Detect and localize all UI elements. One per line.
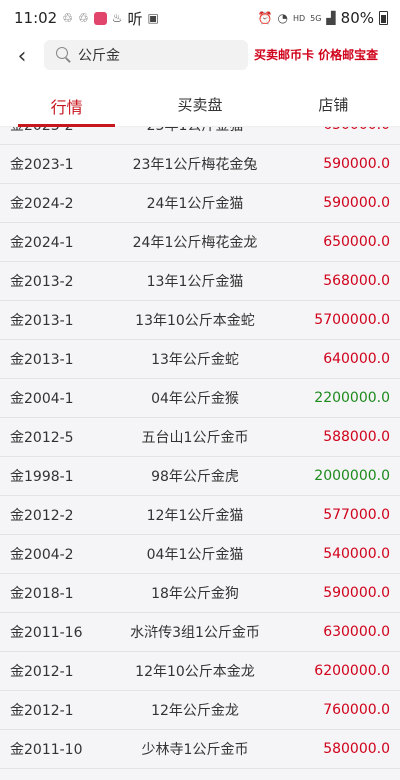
table-row[interactable]: 金2012-1 12年公斤金龙 760000.0 xyxy=(0,691,400,730)
battery-icon xyxy=(379,11,388,25)
item-name: 23年1公斤金猫 xyxy=(110,127,280,135)
item-code: 金2012-1 xyxy=(10,664,74,680)
item-code: 金2024-2 xyxy=(10,196,74,212)
app-notification-icon xyxy=(93,11,107,25)
battery-percent: 80% xyxy=(340,9,374,27)
table-row[interactable]: 金2024-2 24年1公斤金猫 590000.0 xyxy=(0,184,400,223)
item-code: 金2013-1 xyxy=(10,352,74,368)
table-row[interactable]: 金2012-1 12年10公斤本金龙 6200000.0 xyxy=(0,652,400,691)
item-price: 2000000.0 xyxy=(314,468,390,484)
item-code: 金2011-16 xyxy=(10,625,83,641)
listen-icon: 听 xyxy=(127,9,143,28)
chevron-left-icon: ‹ xyxy=(17,43,27,69)
item-price: 568000.0 xyxy=(323,273,390,289)
item-code: 金2004-2 xyxy=(10,547,74,563)
app-notification-icon-2: ♨ xyxy=(111,11,123,25)
item-code: 金2012-2 xyxy=(10,508,74,524)
notification-icon: ♲ xyxy=(62,11,73,25)
brand-slogan: 买卖邮币卡 价格邮宝查 xyxy=(254,48,379,62)
back-button[interactable]: ‹ xyxy=(8,42,36,70)
item-price: 650000.0 xyxy=(280,127,400,133)
item-name: 23年1公斤梅花金兔 xyxy=(132,157,258,173)
search-icon xyxy=(56,47,72,63)
status-bar: 11:02 ♲ ♲ ♨ 听 ▣ ⏰ ◔ HD 5G ▟ 80% xyxy=(0,0,400,36)
item-name: 13年10公斤本金蛇 xyxy=(135,313,255,329)
item-price: 577000.0 xyxy=(323,507,390,523)
item-name: 水浒传3组1公斤金币 xyxy=(130,625,260,641)
quote-list[interactable]: 金2023-223年1公斤金猫650000.0金2023-123年1公斤梅花金兔… xyxy=(0,127,400,780)
item-code: 金2012-5 xyxy=(10,430,74,446)
item-name: 24年1公斤梅花金龙 xyxy=(132,235,258,251)
network-label: 5G xyxy=(310,13,322,23)
table-row[interactable]: 金2004-2 04年1公斤金猫 540000.0 xyxy=(0,535,400,574)
item-name: 少林寺1公斤金币 xyxy=(141,742,249,758)
item-code: 金2018-1 xyxy=(10,586,74,602)
item-name: 04年1公斤金猫 xyxy=(146,547,244,563)
item-code: 金2013-1 xyxy=(10,313,74,329)
item-price: 640000.0 xyxy=(323,351,390,367)
item-name: 五台山1公斤金币 xyxy=(141,430,249,446)
table-row[interactable]: 金2012-2 12年1公斤金猫 577000.0 xyxy=(0,496,400,535)
alarm-icon: ⏰ xyxy=(257,11,273,25)
table-row[interactable]: 金2013-2 13年1公斤金猫 568000.0 xyxy=(0,262,400,301)
notification-icon-2: ♲ xyxy=(78,11,89,25)
table-row[interactable]: 金2023-1 23年1公斤梅花金兔 590000.0 xyxy=(0,145,400,184)
table-row[interactable]: 金2013-1 13年公斤金蛇 640000.0 xyxy=(0,340,400,379)
table-row[interactable]: 金2024-1 24年1公斤梅花金龙 650000.0 xyxy=(0,223,400,262)
item-code: 金2004-1 xyxy=(10,391,74,407)
table-row[interactable]: 金1998-1 98年公斤金虎 2000000.0 xyxy=(0,457,400,496)
table-row[interactable]: 金2023-223年1公斤金猫650000.0 xyxy=(0,127,400,145)
item-price: 630000.0 xyxy=(323,624,390,640)
search-box[interactable]: 公斤金 xyxy=(44,40,248,70)
item-name: 98年公斤金虎 xyxy=(151,469,239,485)
table-row[interactable]: 金2018-1 18年公斤金狗 590000.0 xyxy=(0,574,400,613)
item-code: 金2023-1 xyxy=(10,157,74,173)
item-code: 金2012-1 xyxy=(10,703,74,719)
item-price: 590000.0 xyxy=(323,156,390,172)
item-price: 2200000.0 xyxy=(314,390,390,406)
item-code: 金2011-10 xyxy=(10,742,83,758)
item-price: 6200000.0 xyxy=(314,663,390,679)
item-code: 金2024-1 xyxy=(10,235,74,251)
item-price: 590000.0 xyxy=(323,195,390,211)
item-price: 590000.0 xyxy=(323,585,390,601)
item-code: 金1998-1 xyxy=(10,469,74,485)
item-price: 580000.0 xyxy=(323,741,390,757)
table-row[interactable]: 金2013-1 13年10公斤本金蛇 5700000.0 xyxy=(0,301,400,340)
item-name: 13年公斤金蛇 xyxy=(151,352,239,368)
table-row[interactable]: 金2011-10 少林寺1公斤金币 580000.0 xyxy=(0,730,400,769)
item-name: 13年1公斤金猫 xyxy=(146,274,244,290)
tab-shop[interactable]: 店铺 xyxy=(267,86,400,126)
item-name: 12年1公斤金猫 xyxy=(146,508,244,524)
item-name: 18年公斤金狗 xyxy=(151,586,239,602)
wifi-icon: ◔ xyxy=(277,11,288,25)
item-name: 12年公斤金龙 xyxy=(151,703,239,719)
item-price: 5700000.0 xyxy=(314,312,390,328)
table-row[interactable]: 金2004-1 04年公斤金猴 2200000.0 xyxy=(0,379,400,418)
status-time: 11:02 xyxy=(14,9,58,27)
item-code: 金2013-2 xyxy=(10,274,74,290)
item-price: 760000.0 xyxy=(323,702,390,718)
item-price: 650000.0 xyxy=(323,234,390,250)
item-code: 金2023-2 xyxy=(0,127,110,135)
table-row[interactable]: 金2011-16 水浒传3组1公斤金币 630000.0 xyxy=(0,613,400,652)
item-name: 04年公斤金猴 xyxy=(151,391,239,407)
item-name: 12年10公斤本金龙 xyxy=(135,664,255,680)
tab-orderbook[interactable]: 买卖盘 xyxy=(133,86,266,126)
image-icon: ▣ xyxy=(147,11,159,25)
table-row[interactable]: 金2012-5 五台山1公斤金币 588000.0 xyxy=(0,418,400,457)
hd-label: HD xyxy=(292,13,306,23)
item-name: 24年1公斤金猫 xyxy=(146,196,244,212)
tab-bar: 行情 买卖盘 店铺 xyxy=(0,86,400,127)
item-price: 540000.0 xyxy=(323,546,390,562)
tab-market[interactable]: 行情 xyxy=(0,86,133,127)
search-input[interactable]: 公斤金 xyxy=(78,45,120,65)
top-bar: ‹ 公斤金 买卖邮币卡 价格邮宝查 xyxy=(0,36,400,76)
signal-icon: ▟ xyxy=(326,11,336,25)
item-price: 588000.0 xyxy=(323,429,390,445)
